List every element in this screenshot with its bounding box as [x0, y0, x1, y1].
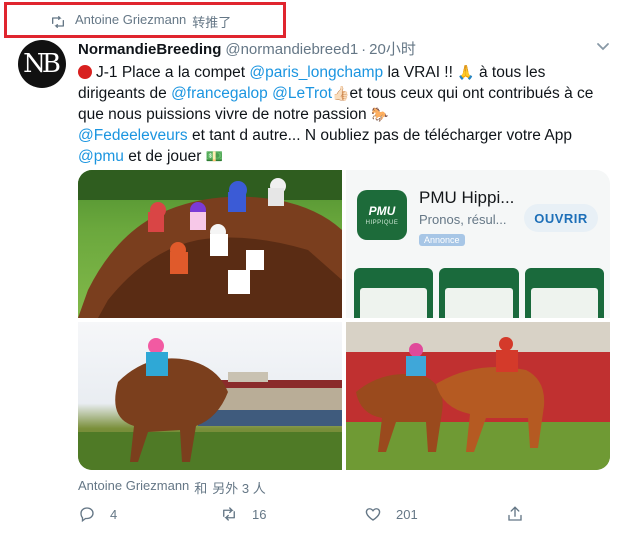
retweet-context[interactable]: Antoine Griezmann 转推了	[50, 12, 231, 31]
thumbs-up-emoji: 👍🏻	[332, 85, 350, 101]
app-screenshot	[439, 268, 519, 318]
like-icon	[365, 508, 381, 521]
avatar[interactable]: NB	[18, 40, 66, 88]
author-handle[interactable]: @normandiebreed1	[225, 41, 358, 58]
app-subtitle: Pronos, résul...	[419, 212, 507, 227]
mention-link[interactable]: @pmu	[78, 148, 124, 165]
racecourse-illustration	[78, 338, 342, 470]
red-circle-emoji	[78, 65, 92, 79]
retweeter-name[interactable]: Antoine Griezmann	[75, 12, 186, 31]
finish-line-illustration	[346, 322, 610, 470]
app-screenshot	[354, 268, 434, 318]
tweet-actions: 4 16 201	[78, 505, 610, 527]
reply-icon	[80, 507, 94, 523]
mention-link[interactable]: @paris_longchamp	[249, 64, 383, 81]
mention-link[interactable]: @francegalop	[171, 85, 268, 102]
author-name[interactable]: NormandieBreeding	[78, 41, 221, 58]
retweet-count: 16	[252, 506, 267, 522]
reply-button[interactable]: 4	[78, 505, 117, 523]
horse-race-illustration	[78, 170, 342, 318]
separator-dot: ·	[361, 41, 367, 58]
app-card[interactable]: PMU HIPPIQUE PMU Hippi... Pronos, résul.…	[346, 170, 610, 318]
pray-emoji: 🙏	[457, 64, 475, 80]
mention-link[interactable]: @LeTrot	[272, 85, 332, 102]
reply-count: 4	[110, 506, 118, 522]
timestamp[interactable]: 20小时	[369, 38, 416, 59]
pmu-app-icon: PMU HIPPIQUE	[357, 190, 407, 240]
retweet-icon	[223, 507, 235, 521]
engagement-context[interactable]: Antoine Griezmann 和 另外 3 人	[78, 478, 266, 497]
like-count: 201	[396, 506, 418, 522]
ad-badge: Annonce	[419, 234, 465, 246]
mention-link[interactable]: @Fedeeleveurs	[78, 127, 188, 144]
tweet-text: J-1 Place a la compet @paris_longchamp l…	[78, 64, 594, 165]
horse-emoji: 🐎	[370, 106, 389, 122]
context-users[interactable]: Antoine Griezmann	[78, 478, 189, 497]
share-button[interactable]	[506, 505, 524, 523]
caret-down-icon[interactable]	[596, 42, 610, 52]
media-grid: PMU HIPPIQUE PMU Hippi... Pronos, résul.…	[78, 170, 610, 470]
app-title: PMU Hippi...	[419, 188, 515, 207]
photo-horses-finish[interactable]	[346, 322, 610, 470]
retweet-label: 转推了	[192, 15, 232, 30]
like-button[interactable]: 201	[364, 505, 418, 523]
app-screenshots	[354, 268, 604, 318]
photo-racecourse-grandstand[interactable]	[78, 322, 342, 470]
photo-horse-race-pack[interactable]	[78, 170, 342, 318]
open-app-button[interactable]: OUVRIR	[524, 204, 598, 232]
context-and: 和	[194, 481, 208, 496]
tweet-header: NormandieBreeding @normandiebreed1 · 20小…	[78, 38, 416, 59]
money-emoji: 💵	[205, 148, 224, 164]
retweet-button[interactable]: 16	[220, 505, 266, 523]
app-screenshot	[524, 268, 604, 318]
share-icon	[508, 506, 522, 521]
context-others[interactable]: 另外 3 人	[212, 478, 265, 497]
retweet-icon	[52, 15, 64, 28]
